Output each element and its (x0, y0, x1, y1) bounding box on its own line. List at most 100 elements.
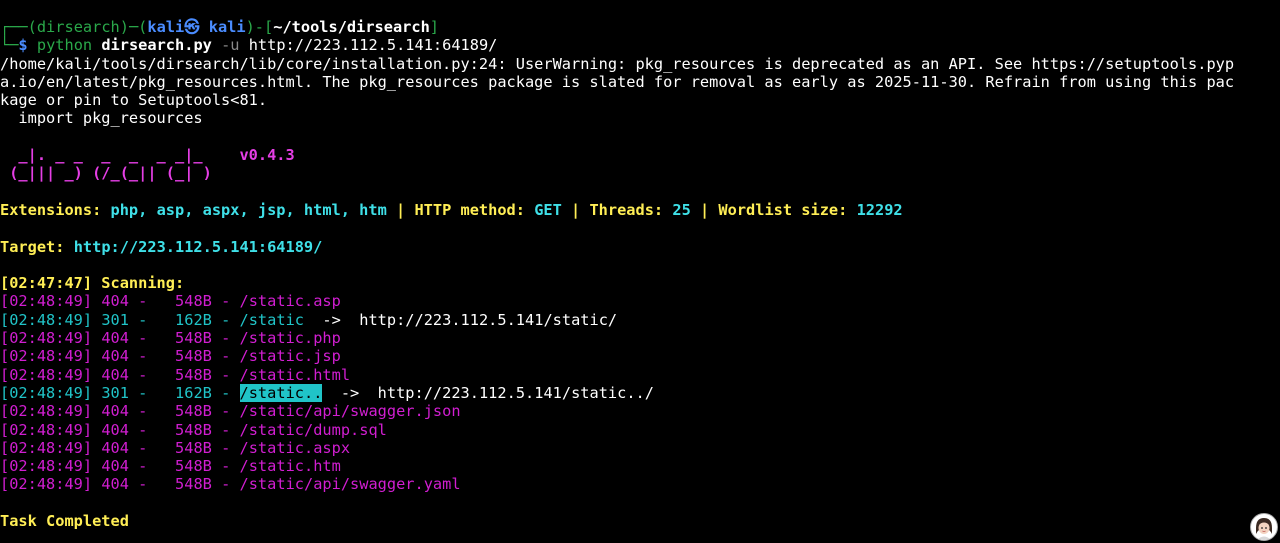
result-code: 404 (101, 292, 129, 311)
result-time: [02:48:49] (0, 347, 93, 366)
version-label: v0.4.3 (239, 146, 295, 165)
result-size: 548B (175, 329, 212, 348)
task-completed: Task Completed (0, 512, 129, 531)
result-code: 404 (101, 420, 129, 439)
warning-line-4: import pkg_resources (0, 109, 203, 128)
logo-art-1: _|. _ _ _ _ _ _|_ (0, 146, 240, 165)
result-time: [02:48:49] (0, 292, 93, 311)
result-row: [02:48:49] 404 - 548B - /static/dump.sql (0, 420, 387, 439)
target-label: Target: (0, 237, 74, 256)
result-row: [02:48:49] 404 - 548B - /static/api/swag… (0, 402, 461, 421)
result-time: [02:48:49] (0, 457, 93, 476)
http-method-value: GET (534, 200, 562, 219)
result-code: 404 (101, 365, 129, 384)
extensions-label: Extensions: (0, 200, 111, 219)
prompt-corner-top: ┌── (0, 18, 28, 36)
result-code: 301 (101, 383, 129, 402)
result-size: 548B (175, 402, 212, 421)
result-path: /static.htm (239, 457, 341, 476)
result-size: 548B (175, 420, 212, 439)
command-script: dirsearch.py (101, 36, 212, 55)
result-code: 301 (101, 310, 129, 329)
warning-line-2: a.io/en/latest/pkg_resources.html. The p… (0, 72, 1235, 91)
result-size: 548B (175, 292, 212, 311)
extensions-value: php, asp, aspx, jsp, html, htm (110, 200, 387, 219)
prompt-dollar: $ (18, 36, 28, 55)
command-url: http://223.112.5.141:64189/ (248, 36, 498, 55)
prompt-cwd: ~/tools/dirsearch (273, 18, 430, 36)
result-path: /static/dump.sql (239, 420, 387, 439)
result-row: [02:48:49] 404 - 548B - /static.jsp (0, 347, 341, 366)
result-time: [02:48:49] (0, 438, 93, 457)
prompt-dash2: - (254, 18, 265, 36)
prompt-env: (dirsearch) (27, 18, 129, 36)
separator: | (386, 200, 415, 219)
wordlist-value: 12292 (856, 200, 903, 219)
separator: | (561, 200, 590, 219)
separator: | (690, 200, 719, 219)
result-time: [02:48:49] (0, 420, 93, 439)
result-row: [02:48:49] 404 - 548B - /static.html (0, 365, 351, 384)
result-path: /static/api/swagger.json (239, 402, 461, 421)
result-size: 548B (175, 475, 212, 494)
logo-art-2: (_||| _) (/_(_|| (_| ) (0, 164, 212, 183)
prompt-header: ┌──(dirsearch)─(kali㉿ kali)-[~/tools/dir… (0, 18, 1280, 36)
prompt-corner-bottom: └─ (0, 36, 19, 55)
result-row: [02:48:49] 404 - 548B - /static/api/swag… (0, 475, 461, 494)
result-row: [02:48:49] 301 - 162B - /static.. -> htt… (0, 383, 654, 402)
result-path: /static.jsp (239, 347, 341, 366)
prompt-user-host: kali㉿ kali (147, 18, 246, 36)
avatar-icon[interactable] (1250, 513, 1278, 541)
logo-line-2: (_||| _) (/_(_|| (_| ) (0, 164, 1280, 182)
result-time: [02:48:49] (0, 365, 93, 384)
wordlist-label: Wordlist size: (718, 200, 857, 219)
prompt-dash: ─ (128, 18, 139, 36)
command-name: python (36, 36, 93, 55)
result-time: [02:48:49] (0, 310, 93, 329)
result-code: 404 (101, 457, 129, 476)
result-size: 548B (175, 438, 212, 457)
result-code: 404 (101, 402, 129, 421)
result-path: /static.asp (239, 292, 341, 311)
result-redirect: http://223.112.5.141/static../ (377, 383, 654, 402)
warning-line-3: kage or pin to Setuptools<81. (0, 91, 268, 110)
result-code: 404 (101, 329, 129, 348)
result-path-selected[interactable]: /static.. (239, 383, 323, 402)
result-redirect: http://223.112.5.141/static/ (359, 310, 618, 329)
result-code: 404 (101, 438, 129, 457)
result-size: 548B (175, 365, 212, 384)
result-size: 548B (175, 457, 212, 476)
result-path: /static.aspx (239, 438, 351, 457)
result-time: [02:48:49] (0, 475, 93, 494)
results-list: [02:48:49] 404 - 548B - /static.asp [02:… (0, 292, 1280, 493)
result-size: 548B (175, 347, 212, 366)
warning-line-1: /home/kali/tools/dirsearch/lib/core/inst… (0, 54, 1235, 73)
terminal[interactable]: ┌──(dirsearch)─(kali㉿ kali)-[~/tools/dir… (0, 0, 1280, 543)
result-path: /static.html (239, 365, 351, 384)
target-value: http://223.112.5.141:64189/ (73, 237, 323, 256)
result-path: /static (239, 310, 304, 329)
result-size: 162B (175, 310, 212, 329)
result-row: [02:48:49] 404 - 548B - /static.php (0, 329, 341, 348)
prompt-open-paren: ( (138, 18, 148, 36)
command-flag: -u (221, 36, 240, 55)
scan-start: [02:47:47] Scanning: (0, 274, 185, 293)
http-method-label: HTTP method: (414, 200, 535, 219)
result-size: 162B (175, 383, 212, 402)
result-code: 404 (101, 475, 129, 494)
result-time: [02:48:49] (0, 402, 93, 421)
threads-label: Threads: (589, 200, 673, 219)
result-time: [02:48:49] (0, 329, 93, 348)
result-row: [02:48:49] 404 - 548B - /static.aspx (0, 438, 351, 457)
result-path: /static.php (239, 329, 341, 348)
target-line: Target: http://223.112.5.141:64189/ (0, 238, 1280, 256)
result-code: 404 (101, 347, 129, 366)
result-row: [02:48:49] 301 - 162B - /static -> http:… (0, 310, 618, 329)
prompt-close-paren: ) (245, 18, 255, 36)
result-time: [02:48:49] (0, 383, 93, 402)
